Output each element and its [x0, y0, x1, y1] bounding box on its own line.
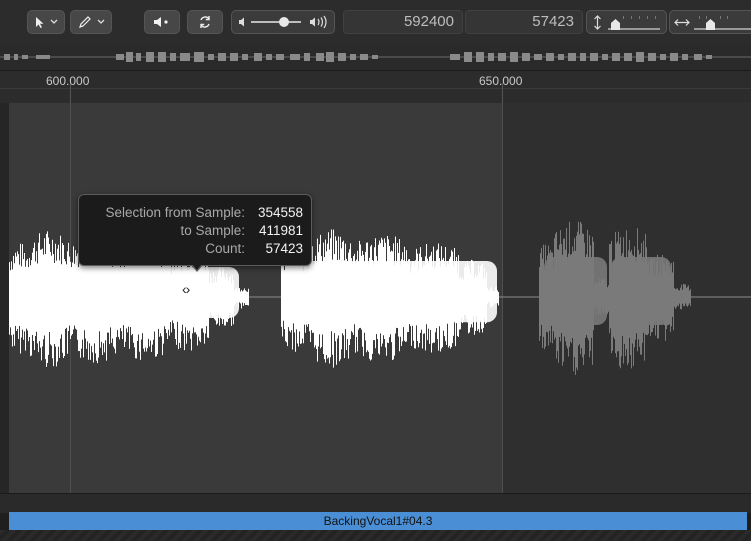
volume-slider-knob[interactable]	[279, 17, 289, 27]
position-counter[interactable]: 592400	[343, 10, 463, 34]
selection-count-label: Count:	[205, 241, 245, 256]
horizontal-zoom-slider[interactable]	[694, 28, 751, 30]
chevron-down-icon	[97, 19, 104, 24]
length-counter[interactable]: 57423	[465, 10, 583, 34]
selection-to-value: 411981	[258, 223, 303, 238]
waveform-body	[611, 257, 671, 325]
selection-info-tooltip: Selection from Sample: 354558 to Sample:…	[78, 194, 312, 272]
audio-waveform[interactable]	[9, 103, 751, 493]
waveform-overview[interactable]	[0, 44, 751, 71]
waveform-body	[285, 261, 497, 323]
resize-cursor-icon: ‹›	[182, 281, 190, 297]
editor-gutter	[0, 103, 9, 493]
vertical-zoom-knob[interactable]	[611, 19, 620, 30]
speaker-preview-button[interactable]	[144, 10, 180, 34]
speaker-high-icon	[310, 15, 327, 29]
arrow-pointer-icon	[35, 16, 43, 28]
waveform-editor[interactable]	[9, 103, 751, 493]
horizontal-zoom-knob[interactable]	[706, 19, 715, 30]
selection-from-label: Selection from Sample:	[105, 205, 245, 220]
cycle-button[interactable]	[187, 10, 223, 34]
ruler-label: 600.000	[46, 74, 90, 88]
speaker-low-icon	[239, 17, 244, 27]
horizontal-zoom-icon	[674, 19, 690, 26]
waveform-body	[544, 257, 607, 325]
pencil-icon	[78, 16, 91, 28]
vertical-zoom-icon	[594, 15, 601, 30]
pencil-tool-menu[interactable]	[70, 10, 112, 34]
track-background	[0, 530, 751, 541]
ruler-label: 650.000	[479, 74, 523, 88]
selection-from-value: 354558	[257, 205, 303, 220]
editor-scroll-area[interactable]	[0, 493, 751, 513]
overview-waveform	[0, 52, 751, 62]
selection-count-value: 57423	[265, 241, 303, 256]
speaker-preview-icon	[154, 17, 168, 27]
pointer-tool-menu[interactable]	[27, 10, 65, 34]
cycle-loop-icon	[200, 16, 210, 28]
waveform-body	[9, 267, 239, 318]
chevron-down-icon	[50, 19, 57, 24]
region-name-bar[interactable]: BackingVocal1#04.3	[9, 512, 747, 530]
selection-to-label: to Sample:	[180, 223, 245, 238]
toolbar: 592400 57423	[0, 0, 751, 45]
volume-slider-track[interactable]	[251, 21, 301, 23]
